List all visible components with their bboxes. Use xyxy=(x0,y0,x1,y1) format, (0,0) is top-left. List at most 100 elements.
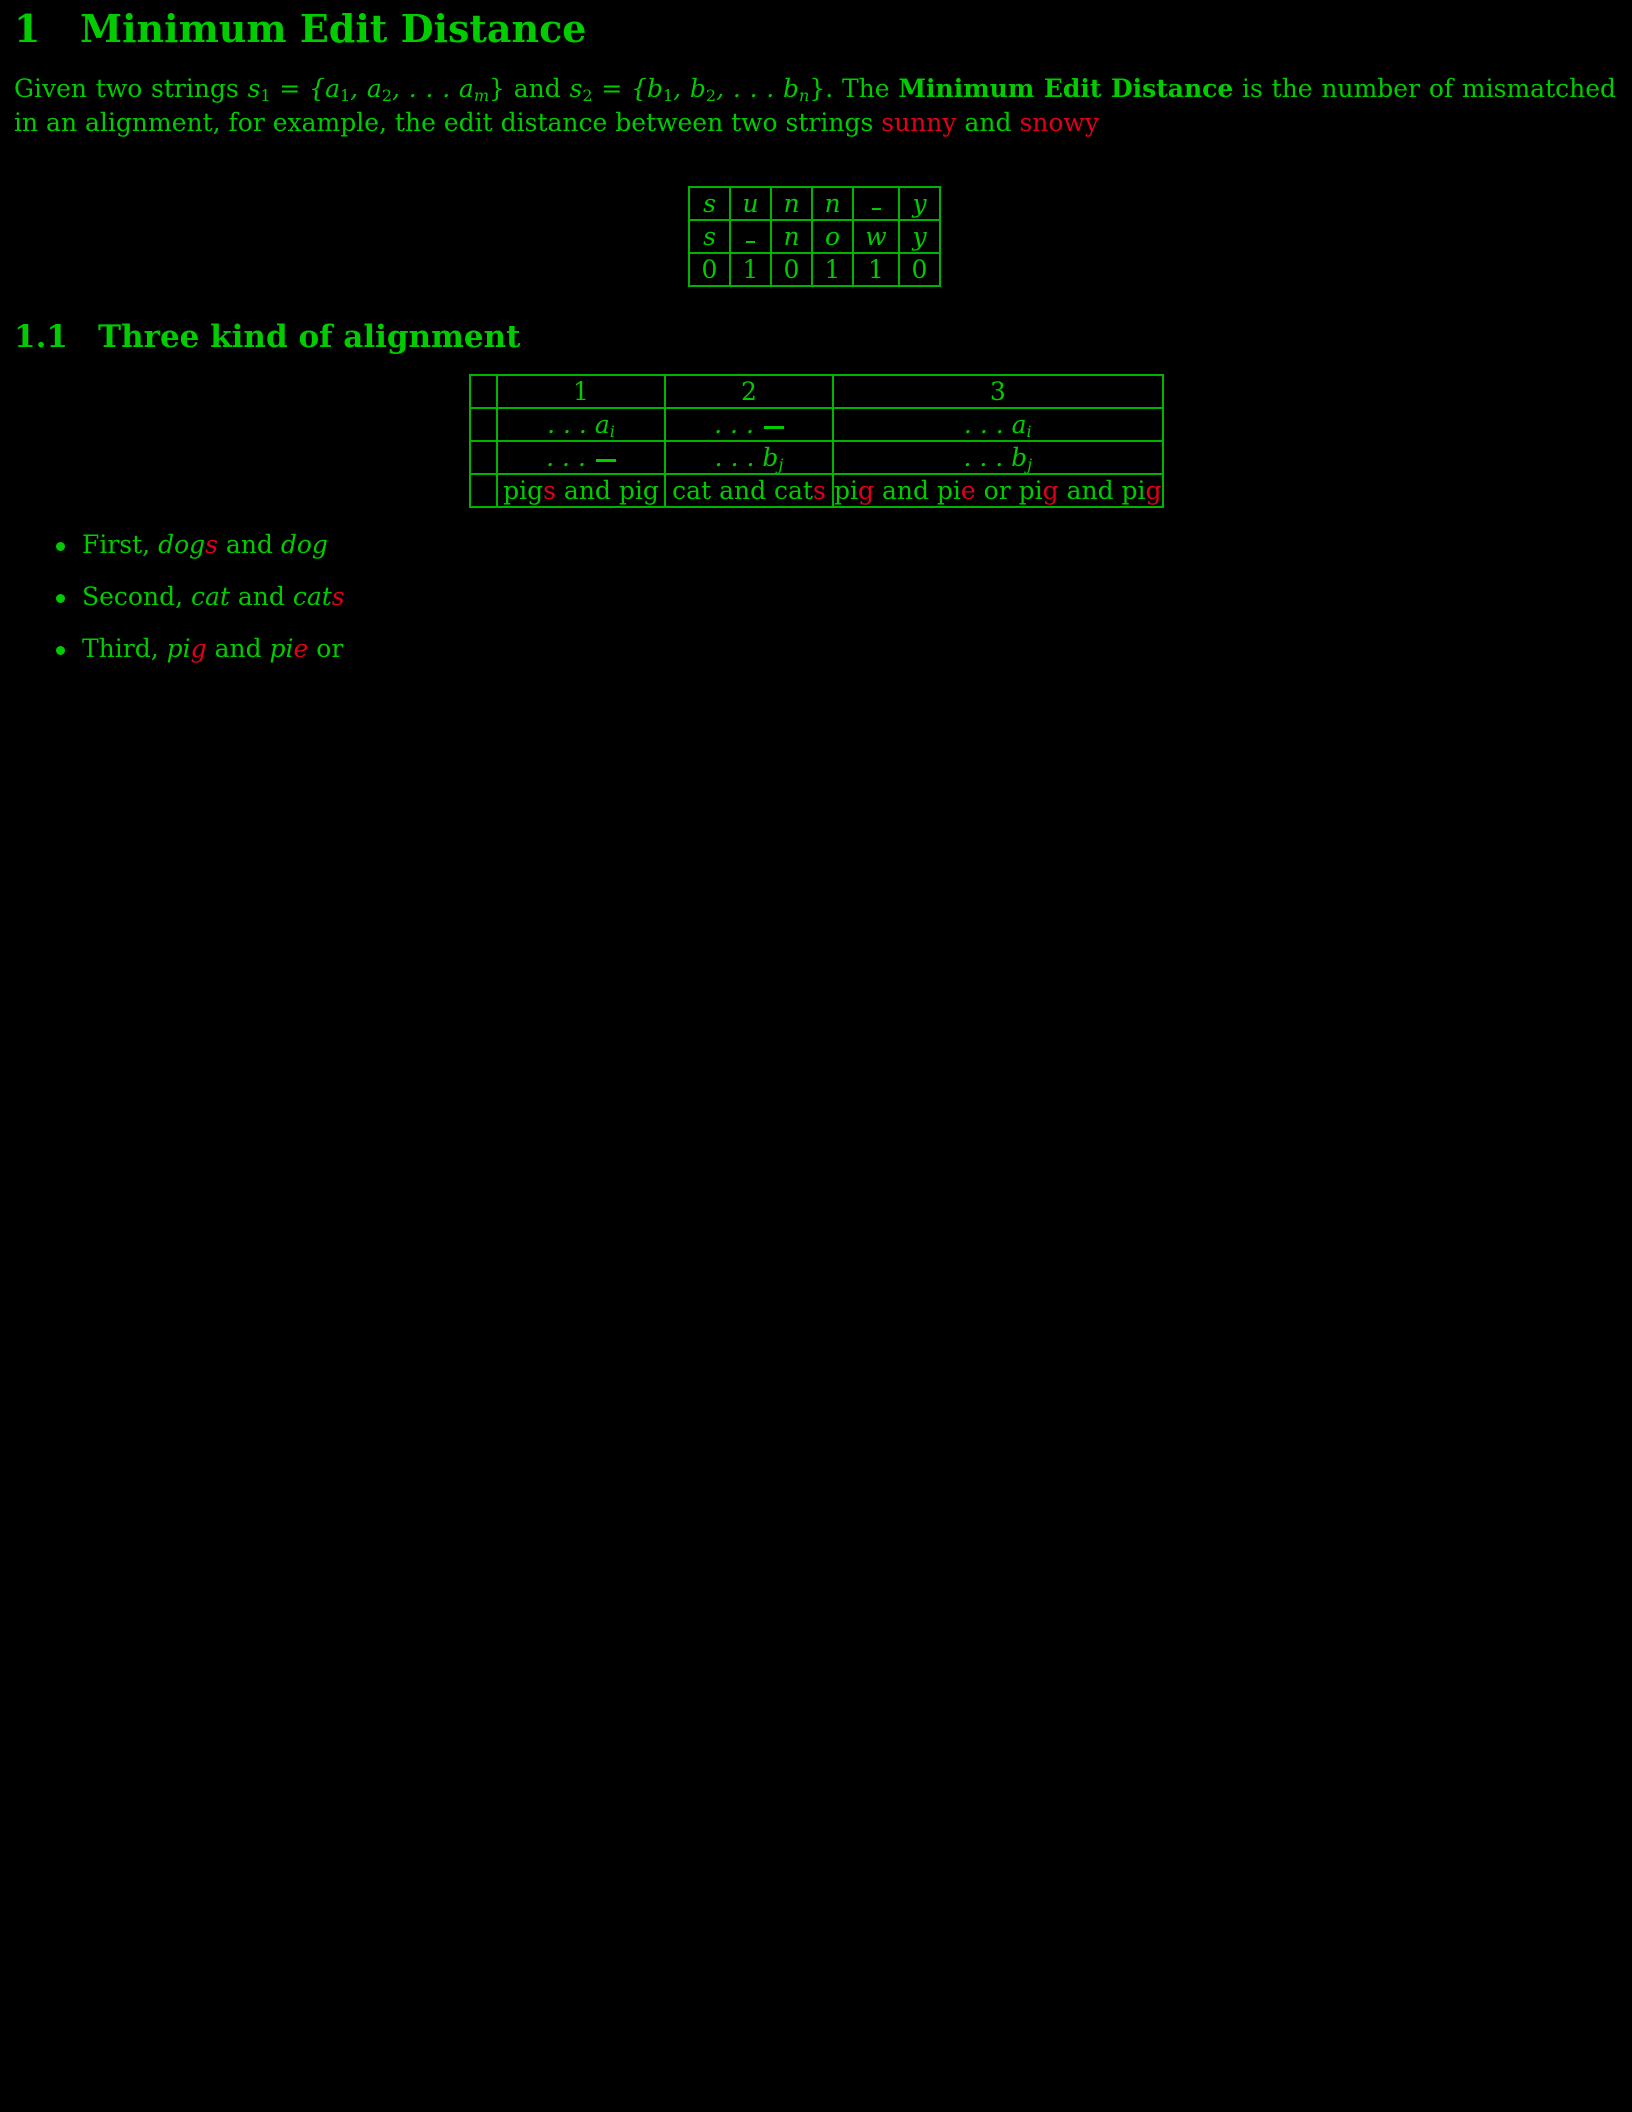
math-sub: j xyxy=(778,454,784,474)
example-highlight: e xyxy=(960,475,976,505)
intro-text: } and xyxy=(489,74,570,103)
bullet-list: First, dogs and dog Second, cat and cats… xyxy=(14,528,345,684)
math-sub: 2 xyxy=(381,86,392,105)
math-sub: 2 xyxy=(582,86,593,105)
bullet-text: and xyxy=(217,530,281,559)
bullet-lead: First, xyxy=(82,530,159,559)
bullet-text: and xyxy=(206,634,270,663)
intro-paragraph: Given two strings s1 = {a1, a2, . . . am… xyxy=(14,72,1616,140)
intro-text: and xyxy=(956,108,1020,137)
example-text: and pig xyxy=(555,475,659,505)
example-text: cat and cat xyxy=(672,475,813,505)
intro-text: Given two strings xyxy=(14,74,248,103)
cost-cell: 1 xyxy=(811,252,854,287)
alignment-cell: y xyxy=(898,219,941,254)
table-cell: pig and pie or pig and pig xyxy=(832,473,1164,508)
gap-mark xyxy=(746,240,755,243)
alignment-cell: u xyxy=(729,186,772,221)
example-text: and pi xyxy=(1058,475,1146,505)
table-cell: . . . bj xyxy=(664,440,834,475)
bullet-lead: Second, xyxy=(82,582,191,611)
math-text: . . . a xyxy=(963,409,1027,439)
section-number: 1 xyxy=(14,6,41,51)
list-item: First, dogs and dog xyxy=(14,528,345,562)
bullet-text: or xyxy=(308,634,344,663)
bullet-word: pi xyxy=(166,634,191,663)
bullet-word: dog xyxy=(158,530,206,559)
table-cell: . . . ai xyxy=(832,407,1164,442)
math-sub: 1 xyxy=(260,86,271,105)
table-cell xyxy=(469,407,498,442)
example-word-snowy: snowy xyxy=(1019,108,1099,137)
subsection-heading: 1.1 Three kind of alignment xyxy=(14,316,520,358)
example-highlight: g xyxy=(858,475,875,505)
bullet-dot-icon xyxy=(56,594,65,603)
math-sub: 1 xyxy=(662,86,674,105)
table-cell: . . . xyxy=(664,407,834,442)
math-set2: , b xyxy=(673,74,706,103)
gap-mark xyxy=(871,207,881,210)
section-heading: 1 Minimum Edit Distance xyxy=(14,4,587,54)
example-highlight: s xyxy=(543,475,556,505)
example-text: pig xyxy=(503,475,544,505)
example-text: or pi xyxy=(975,475,1043,505)
example-text: and pi xyxy=(874,475,961,505)
math-s1: s xyxy=(247,74,261,103)
alignment-kinds-table: 1 2 3 . . . ai . . . . . . ai . . . . . … xyxy=(469,374,1164,508)
section-title: Minimum Edit Distance xyxy=(80,6,587,51)
list-item: Third, pig and pie or xyxy=(14,632,345,666)
header-cell: 3 xyxy=(832,374,1164,409)
cost-cell: 1 xyxy=(729,252,772,287)
bullet-highlight: g xyxy=(190,634,207,663)
subsection-title: Three kind of alignment xyxy=(98,319,521,355)
alignment-cell: w xyxy=(852,219,900,254)
math-sub: 1 xyxy=(339,86,351,105)
list-item: Second, cat and cats xyxy=(14,580,345,614)
alignment-table: s u n n y s n o w y 0 1 0 1 1 0 xyxy=(688,186,941,287)
math-sub: i xyxy=(1026,421,1032,441)
table-cell: . . . ai xyxy=(496,407,666,442)
alignment-cell: n xyxy=(770,219,813,254)
example-highlight: s xyxy=(812,475,826,505)
header-cell: 2 xyxy=(664,374,834,409)
math-set2: , . . . b xyxy=(716,74,800,103)
alignment-cell-gap xyxy=(729,219,772,254)
header-cell: 1 xyxy=(496,374,666,409)
bullet-word: pi xyxy=(269,634,294,663)
table-cell: . . . bj xyxy=(832,440,1164,475)
alignment-row-source: s u n n y xyxy=(688,186,941,221)
table-cell: cat and cats xyxy=(664,473,834,508)
example-text: pi xyxy=(834,475,858,505)
cost-cell: 1 xyxy=(852,252,900,287)
math-sub: m xyxy=(473,86,490,105)
math-sub: i xyxy=(609,421,615,441)
math-sub: 2 xyxy=(705,86,717,105)
math-text: . . . xyxy=(714,409,762,439)
cost-cell: 0 xyxy=(770,252,813,287)
math-text: . . . b xyxy=(963,442,1028,472)
kinds-row-a: . . . ai . . . . . . ai xyxy=(469,407,1164,442)
bullet-highlight: s xyxy=(205,530,218,559)
table-cell: pigs and pig xyxy=(496,473,666,508)
alignment-row-cost: 0 1 0 1 1 0 xyxy=(688,252,941,287)
math-set1: , a xyxy=(350,74,382,103)
alignment-cell: s xyxy=(688,219,731,254)
math-set1: = {a xyxy=(270,74,340,103)
alignment-cell: n xyxy=(770,186,813,221)
intro-text: }. The xyxy=(809,74,899,103)
bullet-word: dog xyxy=(280,530,328,559)
table-cell xyxy=(469,440,498,475)
math-text: . . . a xyxy=(547,409,610,439)
alignment-cell: y xyxy=(898,186,941,221)
math-set2: = {b xyxy=(592,74,663,103)
bullet-highlight: e xyxy=(293,634,309,663)
term-bold: Minimum Edit Distance xyxy=(898,74,1234,103)
bullet-dot-icon xyxy=(56,542,65,551)
bullet-highlight: s xyxy=(331,582,345,611)
kinds-row-b: . . . . . . bj . . . bj xyxy=(469,440,1164,475)
bullet-word: cat xyxy=(292,582,332,611)
alignment-cell: o xyxy=(811,219,854,254)
table-cell: . . . xyxy=(496,440,666,475)
math-text: . . . xyxy=(546,442,594,472)
example-word-sunny: sunny xyxy=(881,108,957,137)
